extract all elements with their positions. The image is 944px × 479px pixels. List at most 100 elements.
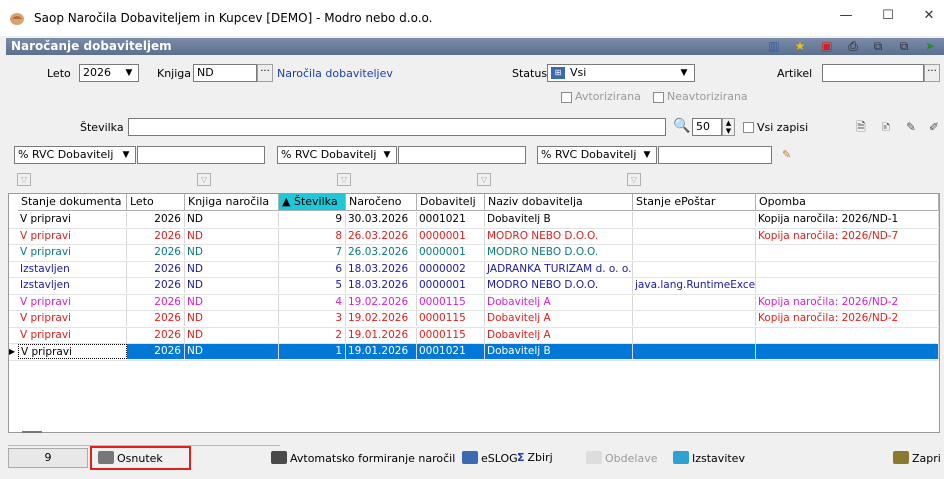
table-cell[interactable]: V pripravi xyxy=(18,344,127,359)
table-cell[interactable]: Dobavitelj B xyxy=(485,212,633,227)
knjiga-browse-button[interactable]: ··· xyxy=(257,64,273,82)
clear-filter-icon[interactable]: ✎ xyxy=(782,148,791,161)
table-cell[interactable]: 19.01.2026 xyxy=(346,327,417,343)
grid-handle[interactable] xyxy=(22,431,42,433)
table-cell[interactable]: 2026 xyxy=(127,278,185,293)
maximize-button[interactable]: ☐ xyxy=(878,8,898,28)
avtorizirana-checkbox[interactable] xyxy=(561,92,572,103)
table-cell[interactable]: java.lang.RuntimeExcepti xyxy=(633,278,756,293)
exit-icon[interactable]: ➤ xyxy=(922,39,938,54)
table-cell[interactable]: Kopija naročila: 2026/ND-7 xyxy=(756,228,939,244)
col-header-leto[interactable]: Leto xyxy=(127,194,185,211)
col-header-stanje[interactable]: Stanje dokumenta xyxy=(18,194,127,211)
vsi-zapisi-checkbox[interactable] xyxy=(743,122,754,133)
table-cell[interactable]: Kopija naročila: 2026/ND-1 xyxy=(756,212,939,227)
osnutek-button[interactable]: Osnutek xyxy=(98,451,163,465)
table-cell[interactable] xyxy=(756,327,939,343)
table-cell[interactable]: 6 xyxy=(279,261,346,277)
obdelave-button[interactable]: Obdelave xyxy=(586,451,657,465)
table-cell[interactable]: 2026 xyxy=(127,294,185,310)
table-cell[interactable]: 1 xyxy=(279,344,346,359)
col-header-naziv[interactable]: Naziv dobavitelja xyxy=(485,194,633,211)
artikel-browse-button[interactable]: ··· xyxy=(924,64,940,82)
table-cell[interactable]: Dobavitelj B xyxy=(485,344,633,359)
col-header-eps[interactable]: Stanje ePoštar xyxy=(633,194,756,211)
table-cell[interactable]: 0000002 xyxy=(417,261,485,277)
table-cell[interactable]: 2026 xyxy=(127,245,185,260)
col-header-knjiga[interactable]: Knjiga naročila xyxy=(185,194,279,211)
knjiga-field[interactable]: ND xyxy=(193,64,257,82)
star-icon[interactable]: ★ xyxy=(792,39,808,54)
table-cell[interactable] xyxy=(756,261,939,277)
table-cell[interactable]: V pripravi xyxy=(18,311,127,326)
table-cell[interactable] xyxy=(756,245,939,260)
table-cell[interactable]: 19.01.2026 xyxy=(346,344,417,359)
table-cell[interactable]: Dobavitelj A xyxy=(485,311,633,326)
filter-icon[interactable]: ▽ xyxy=(17,173,31,186)
table-cell[interactable]: ND xyxy=(185,228,279,244)
delete-icon[interactable]: ✐ xyxy=(926,120,942,135)
table-cell[interactable]: 0000001 xyxy=(417,228,485,244)
paste-icon[interactable]: ⧉ xyxy=(896,39,912,54)
izstavitev-button[interactable]: Izstavitev xyxy=(673,451,745,465)
table-cell[interactable]: 26.03.2026 xyxy=(346,228,417,244)
neavtorizirana-checkbox[interactable] xyxy=(653,92,664,103)
limit-stepper[interactable]: ▲ ▼ xyxy=(722,118,735,136)
table-cell[interactable]: Dobavitelj A xyxy=(485,327,633,343)
search-icon[interactable]: 🔍 xyxy=(673,118,690,134)
table-cell[interactable]: 4 xyxy=(279,294,346,310)
filter-icon[interactable]: ▽ xyxy=(477,173,491,186)
table-cell[interactable]: V pripravi xyxy=(18,212,127,227)
col-header-opomba[interactable]: Opomba xyxy=(756,194,939,211)
stevilka-field[interactable] xyxy=(128,118,666,136)
rvc1-dropdown-icon[interactable]: ▼ xyxy=(118,147,134,163)
table-cell[interactable]: ND xyxy=(185,261,279,277)
table-cell[interactable]: 0000115 xyxy=(417,294,485,310)
rvc2-value[interactable] xyxy=(398,146,526,164)
new-document-icon[interactable]: 🗎 xyxy=(853,120,869,135)
leto-dropdown-icon[interactable]: ▼ xyxy=(121,65,137,81)
col-header-stevilka[interactable]: ▲ Številka xyxy=(279,194,346,211)
table-cell[interactable] xyxy=(756,344,939,359)
table-cell[interactable]: ND xyxy=(185,294,279,310)
status-dropdown-icon[interactable]: ▼ xyxy=(676,65,692,81)
table-cell[interactable]: 30.03.2026 xyxy=(346,212,417,227)
table-cell[interactable]: 9 xyxy=(279,212,346,227)
table-cell[interactable]: 3 xyxy=(279,311,346,326)
table-cell[interactable]: 0000115 xyxy=(417,311,485,326)
table-cell[interactable]: 0000001 xyxy=(417,278,485,293)
pdf-icon[interactable]: ▣ xyxy=(819,39,835,54)
table-cell[interactable]: MODRO NEBO D.O.O. xyxy=(485,245,633,260)
table-cell[interactable]: JADRANKA TURIZAM d. o. o. xyxy=(485,261,633,277)
filter-icon[interactable]: ▽ xyxy=(627,173,641,186)
modify-icon[interactable]: ✎ xyxy=(903,120,919,135)
table-cell[interactable]: Izstavljen xyxy=(18,261,127,277)
table-cell[interactable] xyxy=(633,311,756,326)
table-cell[interactable]: 2026 xyxy=(127,261,185,277)
table-cell[interactable]: ND xyxy=(185,278,279,293)
filter-icon[interactable]: ▽ xyxy=(197,173,211,186)
zapri-button[interactable]: Zapri xyxy=(893,451,941,465)
table-cell[interactable]: 0001021 xyxy=(417,344,485,359)
table-cell[interactable]: Izstavljen xyxy=(18,278,127,293)
table-cell[interactable]: ND xyxy=(185,311,279,326)
table-cell[interactable]: V pripravi xyxy=(18,327,127,343)
eslog-button[interactable]: eSLOG xyxy=(462,451,518,465)
table-cell[interactable]: 2026 xyxy=(127,311,185,326)
table-cell[interactable]: 0001021 xyxy=(417,212,485,227)
orders-grid[interactable]: Stanje dokumenta Leto Knjiga naročila ▲ … xyxy=(8,193,940,433)
edit-document-icon[interactable]: 🗈 xyxy=(878,120,894,135)
zbiri-button[interactable]: Σ Zbirj xyxy=(517,451,553,464)
table-cell[interactable] xyxy=(633,344,756,359)
table-cell[interactable]: 2026 xyxy=(127,344,185,359)
col-header-dobavitelj[interactable]: Dobavitelj xyxy=(417,194,485,211)
rvc2-dropdown-icon[interactable]: ▼ xyxy=(379,147,395,163)
table-cell[interactable]: 2026 xyxy=(127,327,185,343)
table-cell[interactable]: 0000115 xyxy=(417,327,485,343)
close-button[interactable]: ✕ xyxy=(919,8,939,28)
table-cell[interactable]: Kopija naročila: 2026/ND-2 xyxy=(756,294,939,310)
table-cell[interactable] xyxy=(633,245,756,260)
table-cell[interactable]: 7 xyxy=(279,245,346,260)
table-cell[interactable]: ND xyxy=(185,344,279,359)
table-cell[interactable]: 26.03.2026 xyxy=(346,245,417,260)
